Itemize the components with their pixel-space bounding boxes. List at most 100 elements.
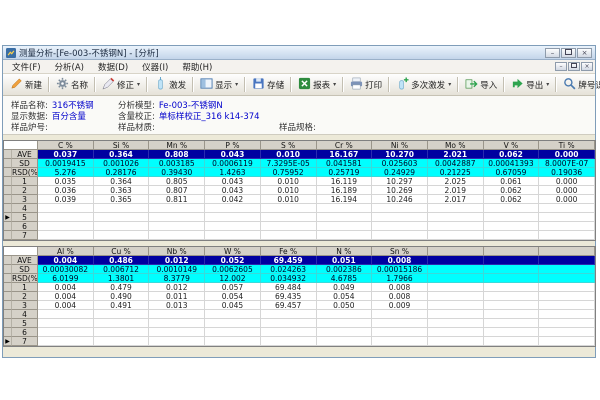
column-header[interactable]: Cu % <box>94 247 150 256</box>
row-label[interactable]: 5 <box>12 319 38 328</box>
table-cell[interactable] <box>94 204 150 213</box>
table-cell[interactable] <box>428 204 484 213</box>
column-header[interactable]: Si % <box>94 141 150 150</box>
table-cell[interactable] <box>372 213 428 222</box>
table-cell[interactable]: 0.002386 <box>317 265 373 274</box>
table-cell[interactable] <box>38 328 94 337</box>
table-cell[interactable]: 16.167 <box>317 150 373 159</box>
table-cell[interactable]: 0.054 <box>317 292 373 301</box>
table-cell[interactable] <box>539 283 595 292</box>
table-cell[interactable]: 0.043 <box>205 150 261 159</box>
table-cell[interactable]: 0.011 <box>149 292 205 301</box>
toolbar-button-7[interactable]: 报表▾ <box>294 75 340 95</box>
table-cell[interactable] <box>428 274 484 283</box>
toolbar-button-5[interactable]: 显示▾ <box>196 75 242 95</box>
table-cell[interactable]: 0.0062605 <box>205 265 261 274</box>
toolbar-button-12[interactable]: 牌号识别 <box>559 75 600 95</box>
column-header[interactable]: Al % <box>38 247 94 256</box>
table-cell[interactable] <box>539 337 595 346</box>
table-cell[interactable] <box>149 337 205 346</box>
table-cell[interactable] <box>539 319 595 328</box>
table-cell[interactable]: 1.7966 <box>372 274 428 283</box>
table-cell[interactable]: 0.013 <box>149 301 205 310</box>
table-cell[interactable] <box>149 319 205 328</box>
table-cell[interactable] <box>38 319 94 328</box>
table-cell[interactable]: 0.050 <box>317 301 373 310</box>
table-cell[interactable]: 0.061 <box>484 177 540 186</box>
table-cell[interactable] <box>428 337 484 346</box>
table-cell[interactable] <box>372 310 428 319</box>
row-label[interactable]: AVE <box>12 150 38 159</box>
table-cell[interactable]: 0.0010149 <box>149 265 205 274</box>
table-cell[interactable]: 0.004 <box>38 283 94 292</box>
table-cell[interactable]: 0.042 <box>205 195 261 204</box>
table-cell[interactable]: 0.034932 <box>261 274 317 283</box>
table-cell[interactable]: 10.297 <box>372 177 428 186</box>
menu-item-3[interactable]: 数据(D) <box>91 61 135 73</box>
toolbar-button-9[interactable]: 多次激发▾ <box>392 75 455 95</box>
table-cell[interactable] <box>317 222 373 231</box>
table-cell[interactable] <box>205 213 261 222</box>
column-header[interactable]: Nb % <box>149 247 205 256</box>
table-cell[interactable]: 0.0042887 <box>428 159 484 168</box>
table-cell[interactable]: 0.00015186 <box>372 265 428 274</box>
minimize-icon[interactable]: – <box>545 48 560 58</box>
table-cell[interactable]: 0.00030082 <box>38 265 94 274</box>
table-cell[interactable] <box>38 204 94 213</box>
table-cell[interactable] <box>428 213 484 222</box>
table-cell[interactable]: 10.270 <box>372 150 428 159</box>
table-cell[interactable]: 0.025603 <box>372 159 428 168</box>
table-cell[interactable] <box>317 231 373 240</box>
table-cell[interactable]: 0.062 <box>484 195 540 204</box>
row-label[interactable]: 1 <box>12 283 38 292</box>
table-cell[interactable] <box>539 213 595 222</box>
table-cell[interactable]: 0.057 <box>205 283 261 292</box>
table-cell[interactable]: 0.010 <box>261 150 317 159</box>
table-cell[interactable]: 0.805 <box>149 177 205 186</box>
table-cell[interactable] <box>428 265 484 274</box>
column-header[interactable]: Fe % <box>261 247 317 256</box>
table-cell[interactable] <box>484 222 540 231</box>
column-header[interactable]: Cr % <box>317 141 373 150</box>
table-cell[interactable]: 0.043 <box>205 177 261 186</box>
table-cell[interactable] <box>205 204 261 213</box>
table-cell[interactable]: 2.019 <box>428 186 484 195</box>
maximize-icon[interactable] <box>561 48 576 58</box>
toolbar-button-3[interactable]: 修正▾ <box>98 75 144 95</box>
table-cell[interactable] <box>261 213 317 222</box>
menu-item-4[interactable]: 仪器(I) <box>135 61 175 73</box>
table-cell[interactable] <box>484 301 540 310</box>
table-cell[interactable]: 0.000 <box>539 195 595 204</box>
table-cell[interactable]: 8.3779 <box>149 274 205 283</box>
table-cell[interactable] <box>539 292 595 301</box>
toolbar-button-2[interactable]: 名称 <box>52 75 92 95</box>
table-cell[interactable] <box>428 256 484 265</box>
table-cell[interactable]: 0.008 <box>372 292 428 301</box>
table-cell[interactable] <box>372 204 428 213</box>
toolbar-button-11[interactable]: 导出▾ <box>507 75 553 95</box>
table-cell[interactable]: 0.012 <box>149 256 205 265</box>
table-cell[interactable] <box>484 256 540 265</box>
table-cell[interactable] <box>38 337 94 346</box>
table-cell[interactable] <box>205 231 261 240</box>
table-cell[interactable] <box>94 328 150 337</box>
table-cell[interactable] <box>94 337 150 346</box>
table-cell[interactable]: 0.045 <box>205 301 261 310</box>
table-cell[interactable] <box>539 310 595 319</box>
table-cell[interactable]: 0.006712 <box>94 265 150 274</box>
table-cell[interactable]: 0.24929 <box>372 168 428 177</box>
row-label[interactable]: 6 <box>12 222 38 231</box>
table-cell[interactable]: 0.811 <box>149 195 205 204</box>
toolbar-button-8[interactable]: 打印 <box>346 75 386 95</box>
table-cell[interactable] <box>428 292 484 301</box>
table-cell[interactable]: 5.276 <box>38 168 94 177</box>
column-header[interactable]: Mn % <box>149 141 205 150</box>
table-cell[interactable] <box>539 222 595 231</box>
table-cell[interactable]: 0.024263 <box>261 265 317 274</box>
column-header[interactable]: P % <box>205 141 261 150</box>
table-cell[interactable] <box>484 310 540 319</box>
table-cell[interactable]: 0.21225 <box>428 168 484 177</box>
table-cell[interactable] <box>539 204 595 213</box>
table-cell[interactable] <box>261 231 317 240</box>
table-cell[interactable]: 0.000 <box>539 150 595 159</box>
